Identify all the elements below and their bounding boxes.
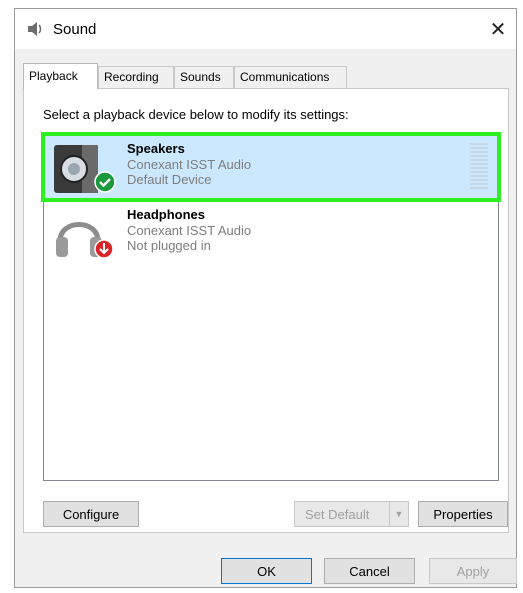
device-list[interactable]: Speakers Conexant ISST Audio Default Dev… — [41, 132, 501, 481]
default-check-icon — [94, 171, 116, 193]
title-bar[interactable]: Sound ✕ — [15, 9, 516, 49]
instruction-text: Select a playback device below to modify… — [43, 107, 349, 122]
chevron-down-icon[interactable]: ▼ — [389, 502, 408, 526]
speaker-icon — [28, 22, 42, 36]
device-name: Headphones — [127, 207, 206, 222]
window-title: Sound — [53, 21, 97, 38]
ok-button[interactable]: OK — [221, 558, 312, 584]
volume-level-meter — [470, 143, 488, 190]
configure-button[interactable]: Configure — [43, 501, 139, 527]
unplugged-arrow-icon — [94, 239, 114, 259]
device-driver: Conexant ISST Audio — [127, 223, 252, 238]
set-default-button[interactable]: Set Default ▼ — [294, 501, 409, 527]
playback-panel: Select a playback device below to modify… — [23, 88, 509, 533]
tab-recording[interactable]: Recording — [98, 66, 174, 88]
cancel-button[interactable]: Cancel — [324, 558, 415, 584]
device-status: Default Device — [127, 172, 212, 187]
device-driver: Conexant ISST Audio — [127, 157, 252, 172]
close-button[interactable]: ✕ — [480, 9, 516, 49]
device-item-headphones[interactable]: Headphones Conexant ISST Audio Not plugg… — [44, 201, 498, 265]
device-name: Speakers — [127, 141, 185, 156]
tab-sounds[interactable]: Sounds — [174, 66, 234, 88]
device-status: Not plugged in — [127, 238, 211, 253]
apply-button[interactable]: Apply — [429, 558, 517, 584]
tab-playback[interactable]: Playback — [23, 63, 98, 89]
device-item-speakers[interactable]: Speakers Conexant ISST Audio Default Dev… — [41, 132, 501, 202]
close-icon: ✕ — [489, 18, 507, 41]
tab-communications[interactable]: Communications — [234, 66, 347, 88]
sound-dialog: Sound ✕ Playback Recording Sounds Commun… — [14, 8, 517, 588]
properties-button[interactable]: Properties — [418, 501, 508, 527]
